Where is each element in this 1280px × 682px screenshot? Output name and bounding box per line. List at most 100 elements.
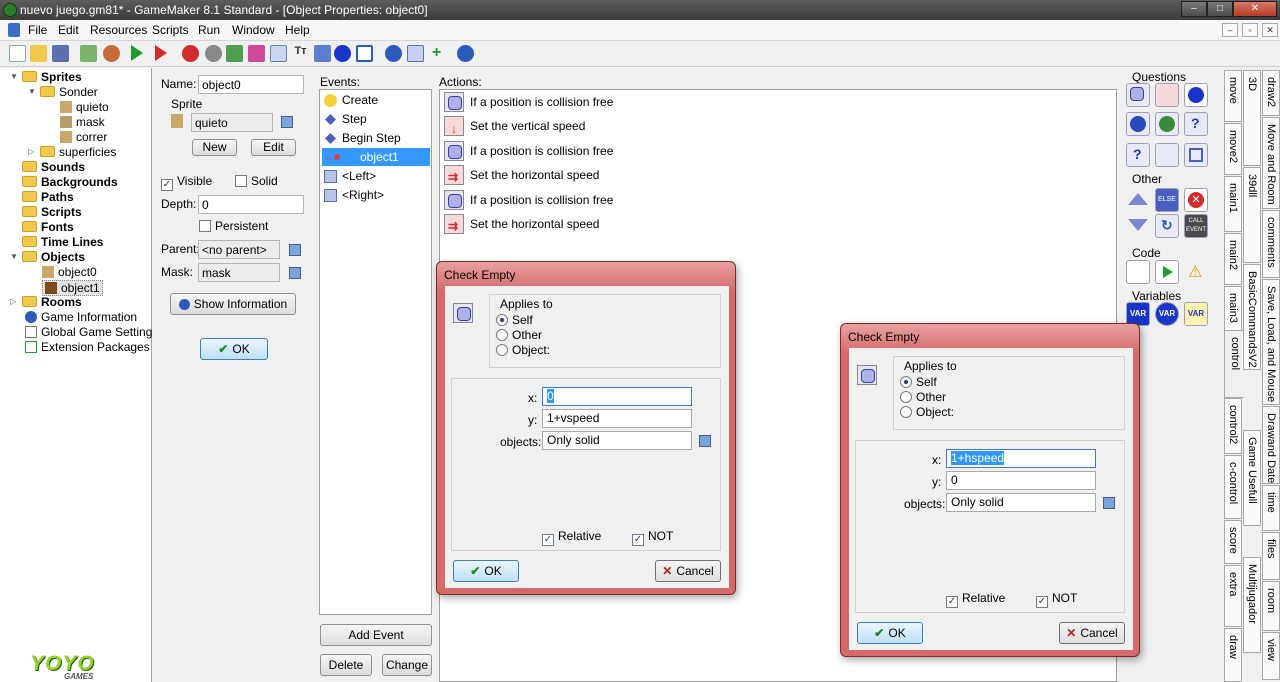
add-room-icon[interactable] bbox=[356, 45, 373, 62]
else-icon[interactable]: ELSE bbox=[1155, 188, 1179, 212]
tree-sonder[interactable]: Sonder bbox=[40, 85, 98, 99]
menu-file[interactable]: File bbox=[28, 23, 47, 37]
check-mouse-icon[interactable] bbox=[1155, 143, 1179, 167]
check-grid-icon[interactable] bbox=[1184, 143, 1208, 167]
help-icon[interactable] bbox=[457, 45, 474, 62]
tab-control[interactable]: control bbox=[1224, 330, 1244, 398]
check-question-icon[interactable]: ? bbox=[1184, 112, 1208, 136]
cancel-button[interactable]: ✕ Cancel bbox=[655, 560, 721, 582]
tree-object0[interactable]: object0 bbox=[42, 265, 97, 279]
objects-menu-icon[interactable] bbox=[1103, 497, 1115, 509]
comment-warning-icon[interactable]: ⚠ bbox=[1184, 260, 1208, 284]
tree-sprites[interactable]: Sprites bbox=[22, 70, 82, 84]
menu-scripts[interactable]: Scripts bbox=[152, 23, 189, 37]
repeat-icon[interactable]: ↻ bbox=[1155, 214, 1179, 238]
change-event-button[interactable]: Change bbox=[382, 654, 432, 676]
publish-icon[interactable] bbox=[103, 45, 120, 62]
global-settings-icon[interactable] bbox=[407, 45, 424, 62]
tab-files[interactable]: files bbox=[1262, 532, 1280, 580]
tree-rooms[interactable]: Rooms bbox=[22, 295, 82, 309]
tab-main1[interactable]: main1 bbox=[1224, 176, 1242, 232]
test-variable-icon[interactable]: VAR bbox=[1155, 302, 1179, 326]
new-file-icon[interactable] bbox=[9, 45, 26, 62]
add-background-icon[interactable] bbox=[226, 45, 243, 62]
name-input[interactable]: object0 bbox=[198, 75, 304, 94]
event-key-left[interactable]: <Left> bbox=[322, 167, 430, 185]
sprite-menu-icon[interactable] bbox=[281, 116, 293, 128]
add-event-button[interactable]: Add Event bbox=[320, 624, 432, 646]
tab-39dll[interactable]: 39dll bbox=[1243, 167, 1261, 263]
execute-script-icon[interactable] bbox=[1155, 260, 1179, 284]
add-sound-icon[interactable] bbox=[205, 45, 222, 62]
objects-select[interactable]: Only solid bbox=[946, 493, 1096, 512]
tab-control2[interactable]: control2 bbox=[1224, 398, 1242, 454]
maximize-button[interactable]: □ bbox=[1207, 1, 1233, 17]
add-script-icon[interactable] bbox=[270, 45, 287, 62]
close-button[interactable]: ✕ bbox=[1233, 1, 1277, 17]
tab-c-control[interactable]: c-control bbox=[1224, 455, 1242, 519]
tree-sprite-correr[interactable]: correr bbox=[60, 130, 107, 144]
tree-extension-packages[interactable]: Extension Packages bbox=[25, 340, 150, 354]
menu-resources[interactable]: Resources bbox=[90, 23, 147, 37]
event-create[interactable]: Create bbox=[322, 91, 430, 109]
tab-time[interactable]: time bbox=[1262, 485, 1280, 531]
event-step[interactable]: Step bbox=[322, 110, 430, 128]
action-item[interactable]: If a position is collision free bbox=[442, 140, 613, 162]
not-checkbox[interactable]: ✓ NOT bbox=[1036, 591, 1077, 608]
tree-superficies[interactable]: superficies bbox=[40, 145, 116, 159]
execute-code-icon[interactable] bbox=[1126, 260, 1150, 284]
visible-checkbox[interactable]: ✓ Visible bbox=[161, 174, 212, 191]
parent-select[interactable]: <no parent> bbox=[198, 240, 280, 259]
run-debug-icon[interactable] bbox=[155, 45, 167, 61]
mask-menu-icon[interactable] bbox=[289, 267, 301, 279]
open-folder-icon[interactable] bbox=[30, 45, 47, 62]
mdi-minimize-button[interactable]: – bbox=[1222, 23, 1238, 37]
event-begin-step[interactable]: Begin Step bbox=[322, 129, 430, 147]
tab-view[interactable]: view bbox=[1262, 632, 1280, 680]
applies-other-radio[interactable]: Other bbox=[900, 390, 946, 404]
cancel-button[interactable]: ✕ Cancel bbox=[1059, 622, 1125, 644]
action-item[interactable]: ↓ Set the vertical speed bbox=[442, 115, 585, 137]
exit-event-icon[interactable]: ✕ bbox=[1184, 188, 1208, 212]
not-checkbox[interactable]: ✓ NOT bbox=[632, 529, 673, 546]
ok-button[interactable]: ✔ OK bbox=[200, 338, 268, 360]
action-item[interactable]: ⇉ Set the horizontal speed bbox=[442, 164, 599, 186]
call-event-icon[interactable]: CALL EVENT bbox=[1184, 214, 1208, 238]
draw-variable-icon[interactable]: VAR bbox=[1184, 302, 1208, 326]
menu-run[interactable]: Run bbox=[198, 23, 220, 37]
y-input[interactable]: 1+vspeed bbox=[542, 409, 692, 428]
tree-object1[interactable]: object1 bbox=[42, 280, 103, 296]
tree-backgrounds[interactable]: Backgrounds bbox=[22, 175, 118, 189]
delete-event-button[interactable]: Delete bbox=[320, 654, 372, 676]
applies-object-radio[interactable]: Object: bbox=[900, 405, 954, 419]
tree-paths[interactable]: Paths bbox=[22, 190, 74, 204]
ok-button[interactable]: ✔ OK bbox=[857, 622, 923, 644]
check-empty-icon[interactable] bbox=[1126, 83, 1150, 107]
tab-multijugador[interactable]: Multijugador bbox=[1243, 557, 1261, 653]
tab-draw[interactable]: draw bbox=[1224, 628, 1242, 682]
create-executable-icon[interactable] bbox=[80, 45, 97, 62]
save-icon[interactable] bbox=[52, 45, 69, 62]
applies-self-radio[interactable]: Self bbox=[496, 313, 533, 327]
action-item[interactable]: If a position is collision free bbox=[442, 189, 613, 211]
tree-global-game-settings[interactable]: Global Game Settings bbox=[25, 325, 158, 339]
test-expression-icon[interactable]: ? bbox=[1126, 143, 1150, 167]
tab-comments[interactable]: comments bbox=[1262, 210, 1280, 278]
x-input[interactable]: 1+hspeed bbox=[946, 449, 1096, 468]
add-sprite-icon[interactable] bbox=[182, 45, 199, 62]
game-info-icon[interactable] bbox=[385, 45, 402, 62]
test-chance-icon[interactable] bbox=[1155, 112, 1179, 136]
tree-scripts[interactable]: Scripts bbox=[22, 205, 82, 219]
tab-move2[interactable]: move2 bbox=[1224, 123, 1242, 175]
tab-3d[interactable]: 3D bbox=[1243, 70, 1261, 166]
add-object-icon[interactable] bbox=[334, 45, 351, 62]
add-timeline-icon[interactable] bbox=[314, 45, 331, 62]
event-key-right[interactable]: <Right> bbox=[322, 186, 430, 204]
run-icon[interactable] bbox=[131, 45, 143, 61]
document-icon[interactable] bbox=[8, 23, 20, 37]
tab-room[interactable]: room bbox=[1262, 581, 1280, 631]
depth-input[interactable]: 0 bbox=[198, 195, 304, 214]
applies-self-radio[interactable]: Self bbox=[900, 375, 937, 389]
tab-basiccommands[interactable]: BasicCommandsV2.0 bbox=[1243, 264, 1261, 370]
tree-fonts[interactable]: Fonts bbox=[22, 220, 74, 234]
